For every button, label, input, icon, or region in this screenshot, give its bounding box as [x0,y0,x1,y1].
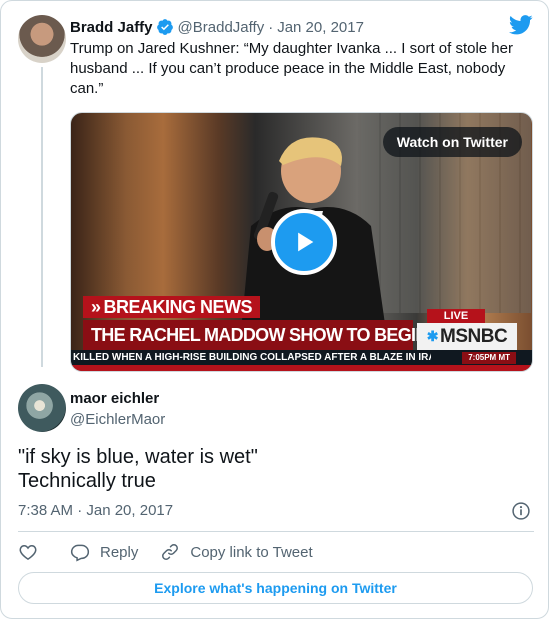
main-tweet-line-1: "if sky is blue, water is wet" [18,446,258,468]
reply-label: Reply [100,543,139,561]
tweet-embed-card: Bradd Jaffy @BraddJaffy · Jan 20, 2017 T… [0,0,549,619]
reply-button[interactable]: Reply [70,542,138,562]
twitter-bird-icon[interactable] [508,15,533,35]
ticker-text: KILLED WHEN A HIGH-RISE BUILDING COLLAPS… [73,352,431,363]
main-tweet-line-2: Technically true [18,470,156,492]
like-button[interactable] [18,542,38,562]
explore-twitter-button[interactable]: Explore what's happening on Twitter [18,572,533,604]
link-icon [162,544,179,560]
breaking-news-banner: » BREAKING NEWS [83,296,261,318]
peacock-icon: ✱ [426,328,439,344]
thread-connector-line [41,67,43,367]
main-author-handle[interactable]: @EichlerMaor [70,411,165,428]
info-icon[interactable] [511,501,531,521]
main-author-avatar[interactable] [18,384,66,432]
live-badge: LIVE [427,309,485,323]
header-separator: · [268,18,274,36]
parent-tweet-header: Bradd Jaffy @BraddJaffy · Jan 20, 2017 [70,17,364,37]
verified-badge-icon [156,18,174,36]
news-ticker: KILLED WHEN A HIGH-RISE BUILDING COLLAPS… [71,350,532,365]
heart-icon [19,544,37,560]
tweet-timestamp[interactable]: 7:38 AM · Jan 20, 2017 [18,502,173,519]
parent-author-avatar[interactable] [18,15,66,63]
parent-tweet-text: Trump on Jared Kushner: “My daughter Iva… [70,40,513,97]
chevron-icon: » [91,296,101,317]
ticker-time: 7:05PM MT [462,351,516,364]
action-divider [18,531,534,532]
watch-on-twitter-button[interactable]: Watch on Twitter [382,127,522,157]
breaking-news-label: BREAKING NEWS [103,296,253,317]
parent-author-name[interactable]: Bradd Jaffy [70,19,153,36]
video-player[interactable]: Watch on Twitter » BREAKING NEWS THE RAC… [70,112,533,372]
play-icon [298,232,314,252]
tweet-actions: Reply Copy link to Tweet [18,539,335,565]
video-bottom-strip [71,365,532,371]
copy-link-button[interactable]: Copy link to Tweet [160,542,313,562]
reply-icon [70,544,90,562]
parent-tweet-date[interactable]: Jan 20, 2017 [277,19,364,36]
network-name: MSNBC [440,325,508,347]
network-logo: ✱ MSNBC [417,323,517,350]
parent-author-handle[interactable]: @BraddJaffy [178,19,265,36]
play-button[interactable] [271,209,337,275]
main-author-name[interactable]: maor eichler [70,390,159,407]
copy-link-label: Copy link to Tweet [190,543,313,561]
headline-banner: THE RACHEL MADDOW SHOW TO BEGIN SHORTLY [83,320,512,350]
main-tweet-text: "if sky is blue, water is wet" Technical… [18,445,528,493]
